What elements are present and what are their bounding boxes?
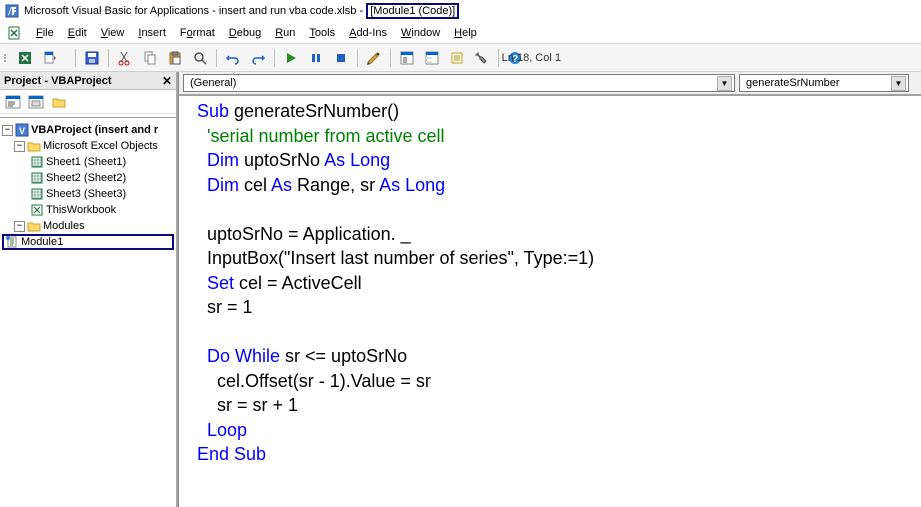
object-dropdown[interactable]: (General) ▼ (183, 74, 735, 92)
tree-module1[interactable]: Module1 (2, 234, 174, 250)
toolbar: ? Ln 18, Col 1 (0, 44, 921, 72)
menu-bar: File Edit View Insert Format Debug Run T… (0, 22, 921, 44)
code-dropdowns: (General) ▼ generateSrNumber ▼ (179, 72, 921, 94)
folder-icon (27, 219, 41, 233)
view-code-button[interactable] (2, 92, 24, 112)
reset-button[interactable] (329, 47, 353, 69)
project-explorer-panel: Project - VBAProject ✕ − V VBAProject (i… (0, 72, 178, 507)
tree-root-label: VBAProject (insert and r (31, 124, 158, 136)
main-area: Project - VBAProject ✕ − V VBAProject (i… (0, 72, 921, 507)
find-button[interactable] (188, 47, 212, 69)
vba-app-icon (4, 3, 20, 19)
save-button[interactable] (80, 47, 104, 69)
collapse-icon[interactable]: − (2, 125, 13, 136)
close-panel-button[interactable]: ✕ (160, 74, 174, 88)
menu-view[interactable]: View (95, 25, 131, 41)
view-excel-button[interactable] (13, 47, 37, 69)
menu-addins[interactable]: Add-Ins (343, 25, 393, 41)
worksheet-icon (30, 155, 44, 169)
vbaproject-icon: V (15, 123, 29, 137)
project-toolbar (0, 90, 176, 114)
menu-help[interactable]: Help (448, 25, 483, 41)
copy-button[interactable] (138, 47, 162, 69)
worksheet-icon (30, 187, 44, 201)
cursor-position-status: Ln 18, Col 1 (502, 52, 561, 64)
excel-doc-icon (6, 25, 22, 41)
code-editor[interactable]: Sub generateSrNumber() 'serial number fr… (179, 94, 921, 507)
tree-modules-folder[interactable]: − Modules (2, 218, 174, 234)
worksheet-icon (30, 171, 44, 185)
paste-button[interactable] (163, 47, 187, 69)
run-button[interactable] (279, 47, 303, 69)
insert-module-button[interactable] (38, 47, 62, 69)
project-explorer-button[interactable] (395, 47, 419, 69)
code-area: (General) ▼ generateSrNumber ▼ Sub gener… (178, 72, 921, 507)
design-mode-button[interactable] (362, 47, 386, 69)
menu-edit[interactable]: Edit (62, 25, 93, 41)
menu-file[interactable]: File (30, 25, 60, 41)
tree-sheet2[interactable]: Sheet2 (Sheet2) (2, 170, 174, 186)
module-icon (5, 235, 19, 249)
svg-text:V: V (19, 126, 25, 136)
chevron-down-icon: ▼ (717, 76, 732, 91)
tree-thisworkbook[interactable]: ThisWorkbook (2, 202, 174, 218)
toolbox-button[interactable] (470, 47, 494, 69)
collapse-icon[interactable]: − (14, 141, 25, 152)
folder-icon (27, 139, 41, 153)
tree-root[interactable]: − V VBAProject (insert and r (2, 122, 174, 138)
cut-button[interactable] (113, 47, 137, 69)
properties-window-button[interactable] (420, 47, 444, 69)
menu-debug[interactable]: Debug (223, 25, 267, 41)
procedure-dropdown[interactable]: generateSrNumber ▼ (739, 74, 909, 92)
chevron-down-icon: ▼ (891, 76, 906, 91)
menu-tools[interactable]: Tools (303, 25, 341, 41)
menu-format[interactable]: Format (174, 25, 221, 41)
break-button[interactable] (304, 47, 328, 69)
toggle-folders-button[interactable] (48, 92, 70, 112)
tree-sheet1[interactable]: Sheet1 (Sheet1) (2, 154, 174, 170)
workbook-icon (30, 203, 44, 217)
title-bar: Microsoft Visual Basic for Applications … (0, 0, 921, 22)
toolbar-grip[interactable] (4, 47, 10, 69)
view-object-button[interactable] (25, 92, 47, 112)
menu-run[interactable]: Run (269, 25, 301, 41)
project-explorer-title: Project - VBAProject ✕ (0, 72, 176, 90)
tree-excel-objects[interactable]: − Microsoft Excel Objects (2, 138, 174, 154)
collapse-icon[interactable]: − (14, 221, 25, 232)
menu-insert[interactable]: Insert (132, 25, 172, 41)
window-title: Microsoft Visual Basic for Applications … (24, 5, 459, 17)
tree-sheet3[interactable]: Sheet3 (Sheet3) (2, 186, 174, 202)
menu-window[interactable]: Window (395, 25, 446, 41)
title-module-highlight: [Module1 (Code)] (366, 3, 459, 19)
object-browser-button[interactable] (445, 47, 469, 69)
redo-button[interactable] (246, 47, 270, 69)
project-tree: − V VBAProject (insert and r − Microsoft… (0, 118, 176, 254)
undo-button[interactable] (221, 47, 245, 69)
